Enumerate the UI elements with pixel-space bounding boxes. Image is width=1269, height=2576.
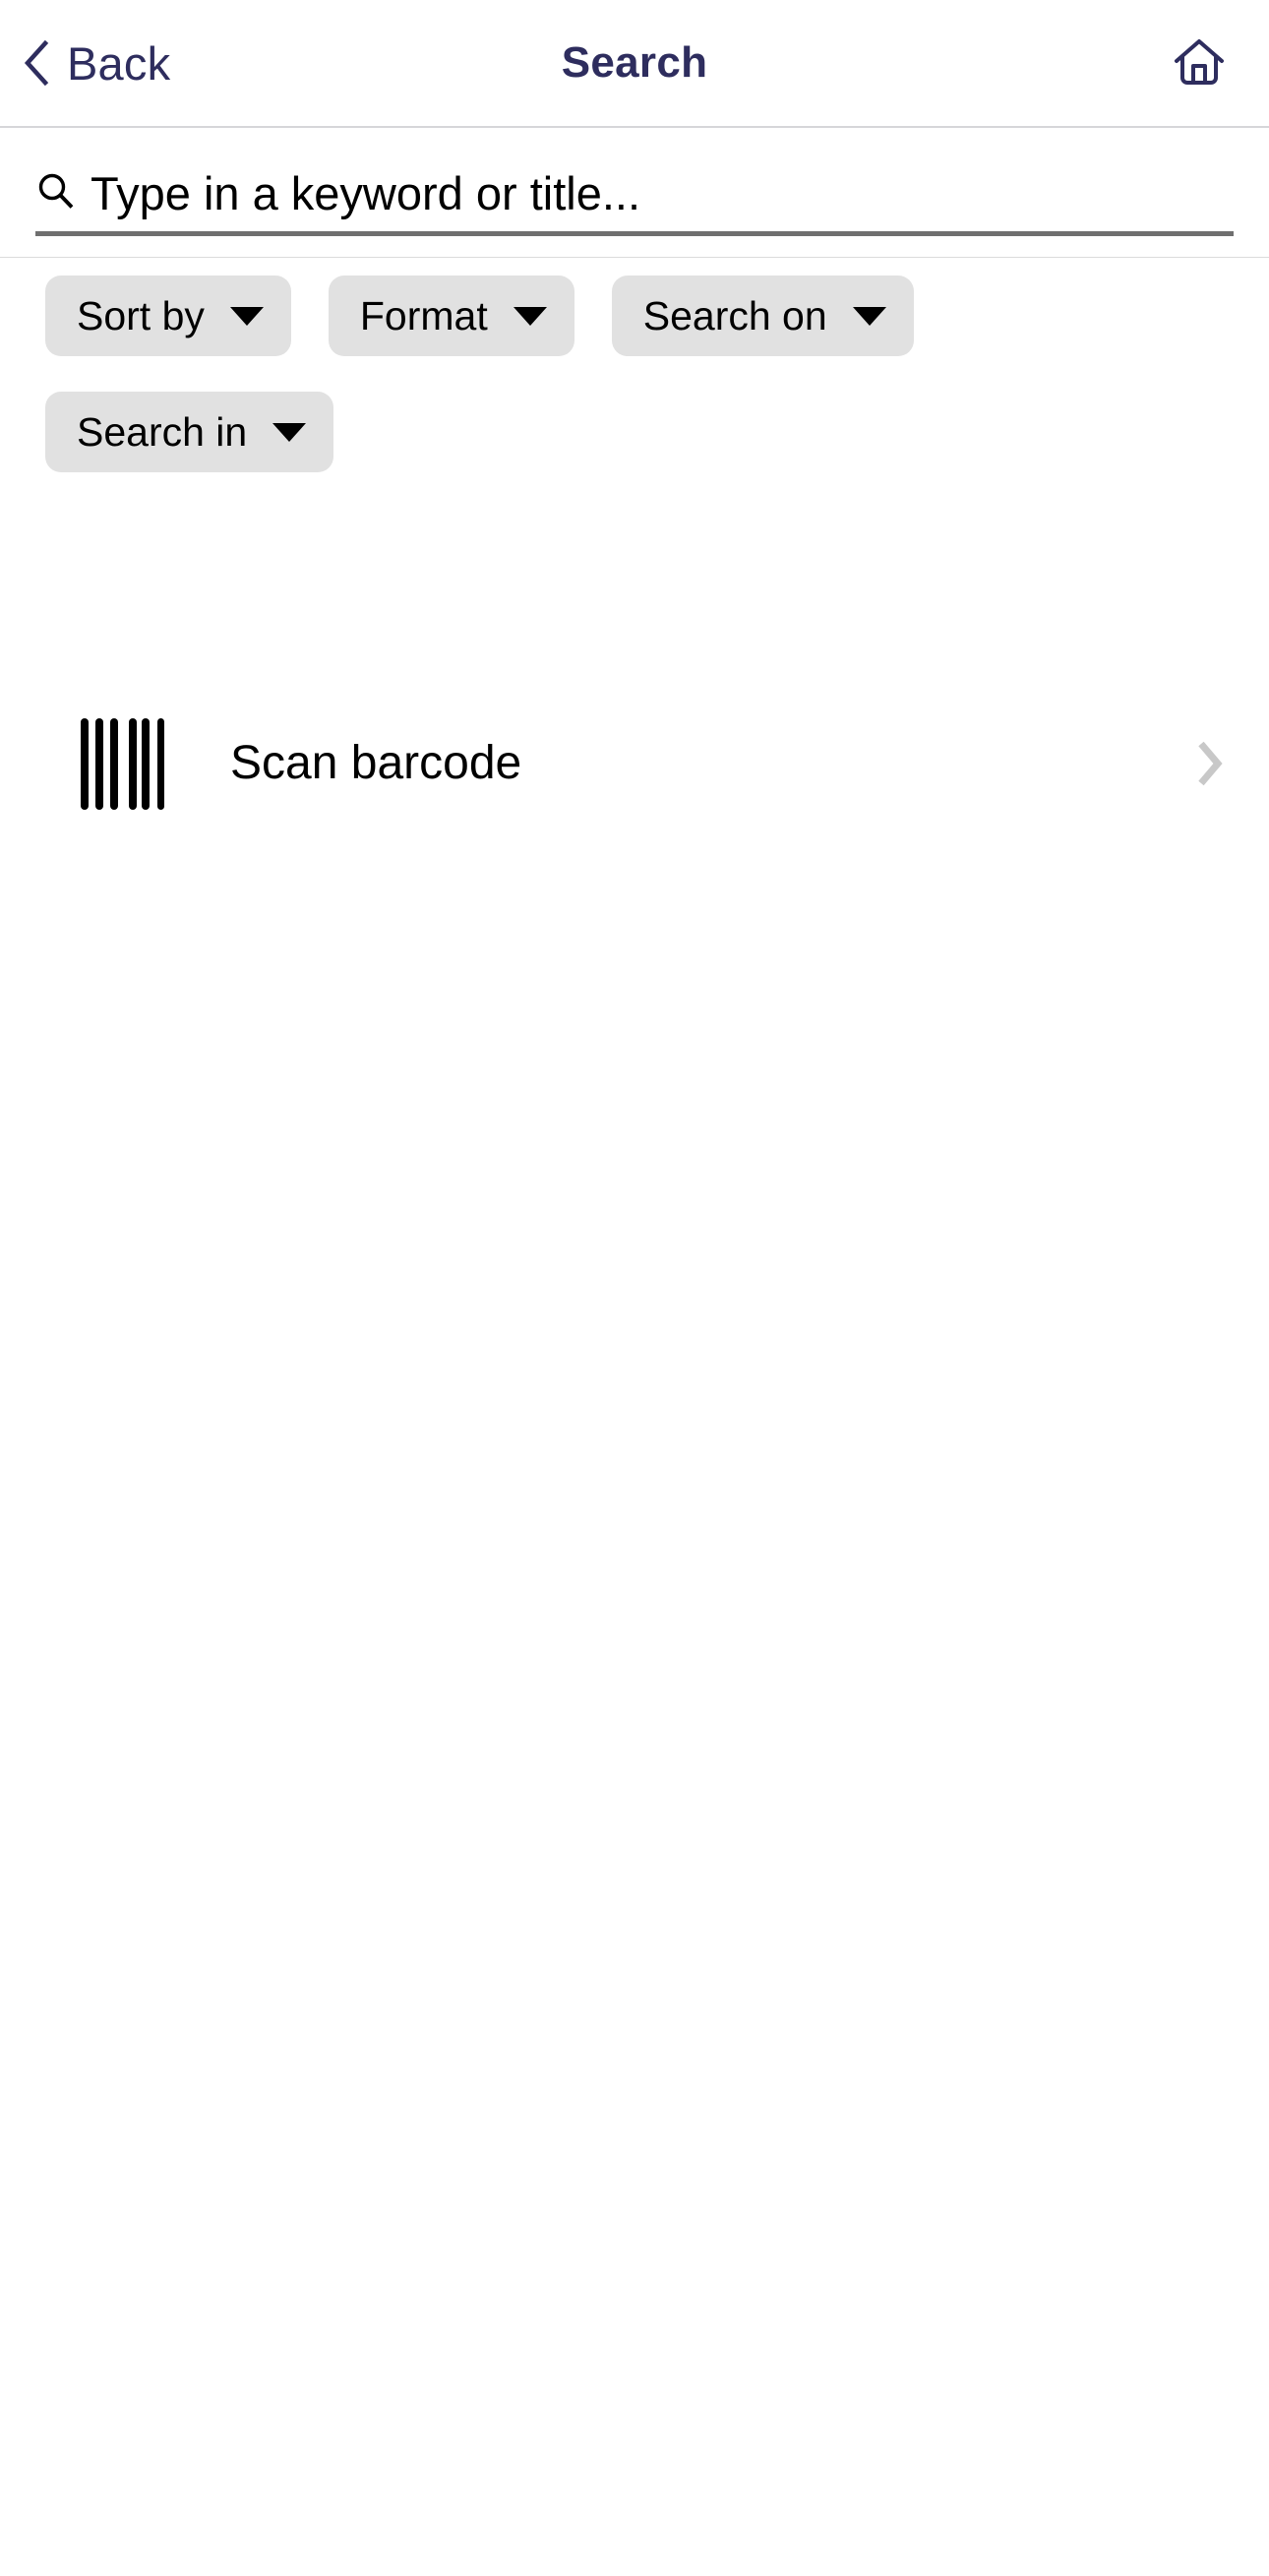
- scan-barcode-label: Scan barcode: [230, 737, 522, 789]
- filter-chip-sort-by[interactable]: Sort by: [45, 276, 291, 356]
- chevron-right-icon: [1198, 741, 1223, 786]
- filter-chip-group: Sort by Format Search on Search in: [0, 258, 1269, 472]
- search-icon: [38, 173, 74, 209]
- search-field[interactable]: [35, 155, 1234, 236]
- filter-chip-search-in[interactable]: Search in: [45, 392, 334, 472]
- back-button[interactable]: Back: [14, 0, 180, 126]
- scan-barcode-row[interactable]: Scan barcode: [0, 701, 1269, 827]
- search-screen: Search Back Type in a keyword or title..…: [0, 0, 1269, 2576]
- search-content: Sort by Format Search on Search in: [0, 258, 1269, 2576]
- search-bar-region: [0, 128, 1269, 258]
- filter-chip-format[interactable]: Format: [328, 276, 574, 356]
- filter-chip-label: Format: [359, 292, 488, 338]
- back-button-label: Back: [67, 36, 171, 90]
- chevron-down-icon: [852, 306, 886, 326]
- barcode-icon: [81, 717, 164, 810]
- chevron-down-icon: [229, 306, 264, 326]
- app-header: Search Back: [0, 0, 1269, 128]
- home-button[interactable]: [1155, 0, 1243, 126]
- chevron-down-icon: [513, 306, 547, 326]
- filter-chip-label: Sort by: [77, 292, 205, 338]
- search-input[interactable]: [91, 162, 1234, 224]
- page-title: Search: [561, 38, 708, 87]
- filter-chip-label: Search in: [77, 408, 248, 455]
- chevron-left-icon: [24, 40, 49, 86]
- filter-chip-search-on[interactable]: Search on: [611, 276, 914, 356]
- chevron-down-icon: [272, 422, 307, 442]
- home-icon: [1175, 39, 1224, 85]
- filter-chip-label: Search on: [642, 292, 827, 338]
